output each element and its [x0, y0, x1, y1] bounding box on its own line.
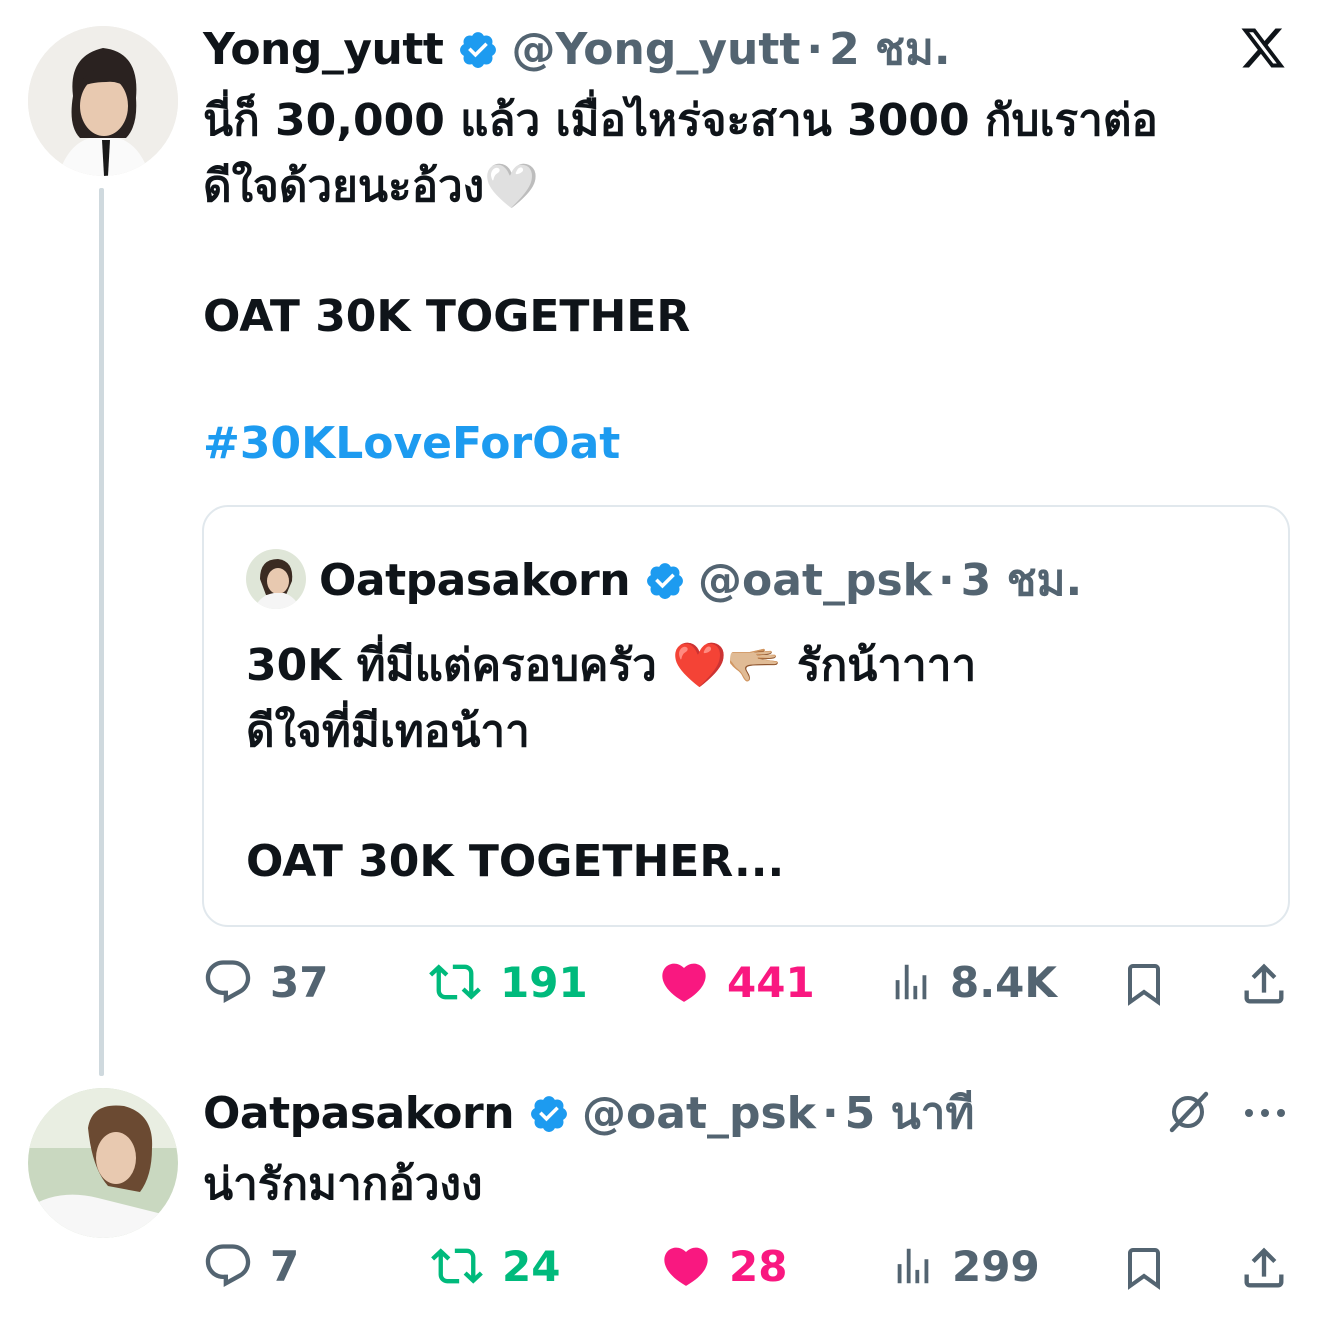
reply-icon — [202, 1240, 254, 1292]
bookmark-button[interactable] — [1120, 1242, 1168, 1294]
views-chart-icon — [888, 956, 934, 1008]
views-button[interactable]: 299 — [890, 1240, 1040, 1292]
quote-avatar[interactable] — [246, 549, 306, 609]
quote-timestamp[interactable]: 3 ชม. — [961, 559, 1083, 603]
tweet-action-bar: 37 191 441 8.4K — [202, 956, 1292, 1016]
quote-text-line-1: 30K ที่มีแต่ครอบครัว ❤️🫳🏼 รักน้าาาา — [246, 640, 977, 691]
avatar[interactable] — [28, 26, 178, 176]
tweet-text-line-1: นี่ก็ 30,000 แล้ว เมื่อไหร่จะสาน 3000 กั… — [203, 95, 1158, 146]
reply-author-handle[interactable]: @oat_psk — [582, 1092, 816, 1136]
quoted-tweet-card[interactable]: Oatpasakorn @oat_psk · 3 ชม. 30K ที่มีแต… — [202, 505, 1290, 927]
separator-dot: · — [806, 24, 824, 75]
tweet-timestamp[interactable]: 2 ชม. — [829, 28, 951, 72]
more-options-icon[interactable] — [1242, 1098, 1288, 1128]
bookmark-button[interactable] — [1120, 958, 1168, 1010]
reply-button[interactable]: 7 — [202, 1240, 299, 1292]
retweet-icon — [428, 1240, 486, 1292]
reply-avatar[interactable] — [28, 1088, 178, 1238]
author-handle[interactable]: @Yong_yutt — [511, 28, 800, 72]
verified-badge-icon — [528, 1093, 570, 1135]
like-button[interactable]: 441 — [657, 956, 815, 1008]
bookmark-icon — [1120, 1242, 1168, 1294]
separator-dot: · — [937, 555, 955, 606]
grok-icon[interactable] — [1162, 1088, 1214, 1136]
quote-header: Oatpasakorn @oat_psk · 3 ชม. — [319, 557, 1082, 605]
verified-badge-icon — [644, 560, 686, 602]
tweet-header: Yong_yutt @Yong_yutt · 2 ชม. — [203, 26, 951, 74]
views-count: 299 — [952, 1241, 1040, 1291]
retweet-button[interactable]: 191 — [426, 956, 588, 1008]
reply-action-bar: 7 24 28 299 — [202, 1240, 1292, 1300]
views-chart-icon — [890, 1240, 936, 1292]
reply-header: Oatpasakorn @oat_psk · 5 นาที — [203, 1090, 974, 1138]
retweet-count: 24 — [502, 1241, 561, 1291]
heart-icon — [659, 1240, 713, 1292]
tweet-text-line-3: OAT 30K TOGETHER — [203, 291, 691, 342]
views-count: 8.4K — [950, 957, 1057, 1007]
separator-dot: · — [821, 1088, 839, 1139]
like-count: 441 — [727, 957, 815, 1007]
reply-count: 37 — [270, 957, 329, 1007]
like-count: 28 — [729, 1241, 788, 1291]
views-button[interactable]: 8.4K — [888, 956, 1057, 1008]
verified-badge-icon — [457, 29, 499, 71]
reply-text: น่ารักมากอ้วงง — [203, 1159, 483, 1210]
like-button[interactable]: 28 — [659, 1240, 787, 1292]
quote-text-line-3: OAT 30K TOGETHER... — [246, 836, 785, 887]
x-logo-icon[interactable] — [1238, 24, 1288, 72]
share-button[interactable] — [1238, 1242, 1290, 1294]
reply-timestamp[interactable]: 5 นาที — [845, 1092, 975, 1136]
quote-author-name[interactable]: Oatpasakorn — [319, 559, 631, 603]
bookmark-icon — [1120, 958, 1168, 1010]
quote-author-handle[interactable]: @oat_psk — [698, 559, 932, 603]
retweet-count: 191 — [500, 957, 588, 1007]
share-button[interactable] — [1238, 958, 1290, 1010]
tweet-text-line-2: ดีใจด้วยนะอ้วง🤍 — [203, 161, 540, 212]
thread-connector-line — [99, 188, 104, 1076]
author-name[interactable]: Yong_yutt — [203, 28, 444, 72]
reply-author-name[interactable]: Oatpasakorn — [203, 1092, 515, 1136]
quote-text-line-2: ดีใจที่มีเทอน้าา — [246, 706, 530, 757]
hashtag-link[interactable]: #30KLoveForOat — [203, 418, 620, 469]
reply-count: 7 — [270, 1241, 300, 1291]
reply-icon — [202, 956, 254, 1008]
retweet-icon — [426, 956, 484, 1008]
reply-button[interactable]: 37 — [202, 956, 328, 1008]
retweet-button[interactable]: 24 — [428, 1240, 560, 1292]
share-icon — [1238, 958, 1290, 1010]
heart-icon — [657, 956, 711, 1008]
share-icon — [1238, 1242, 1290, 1294]
